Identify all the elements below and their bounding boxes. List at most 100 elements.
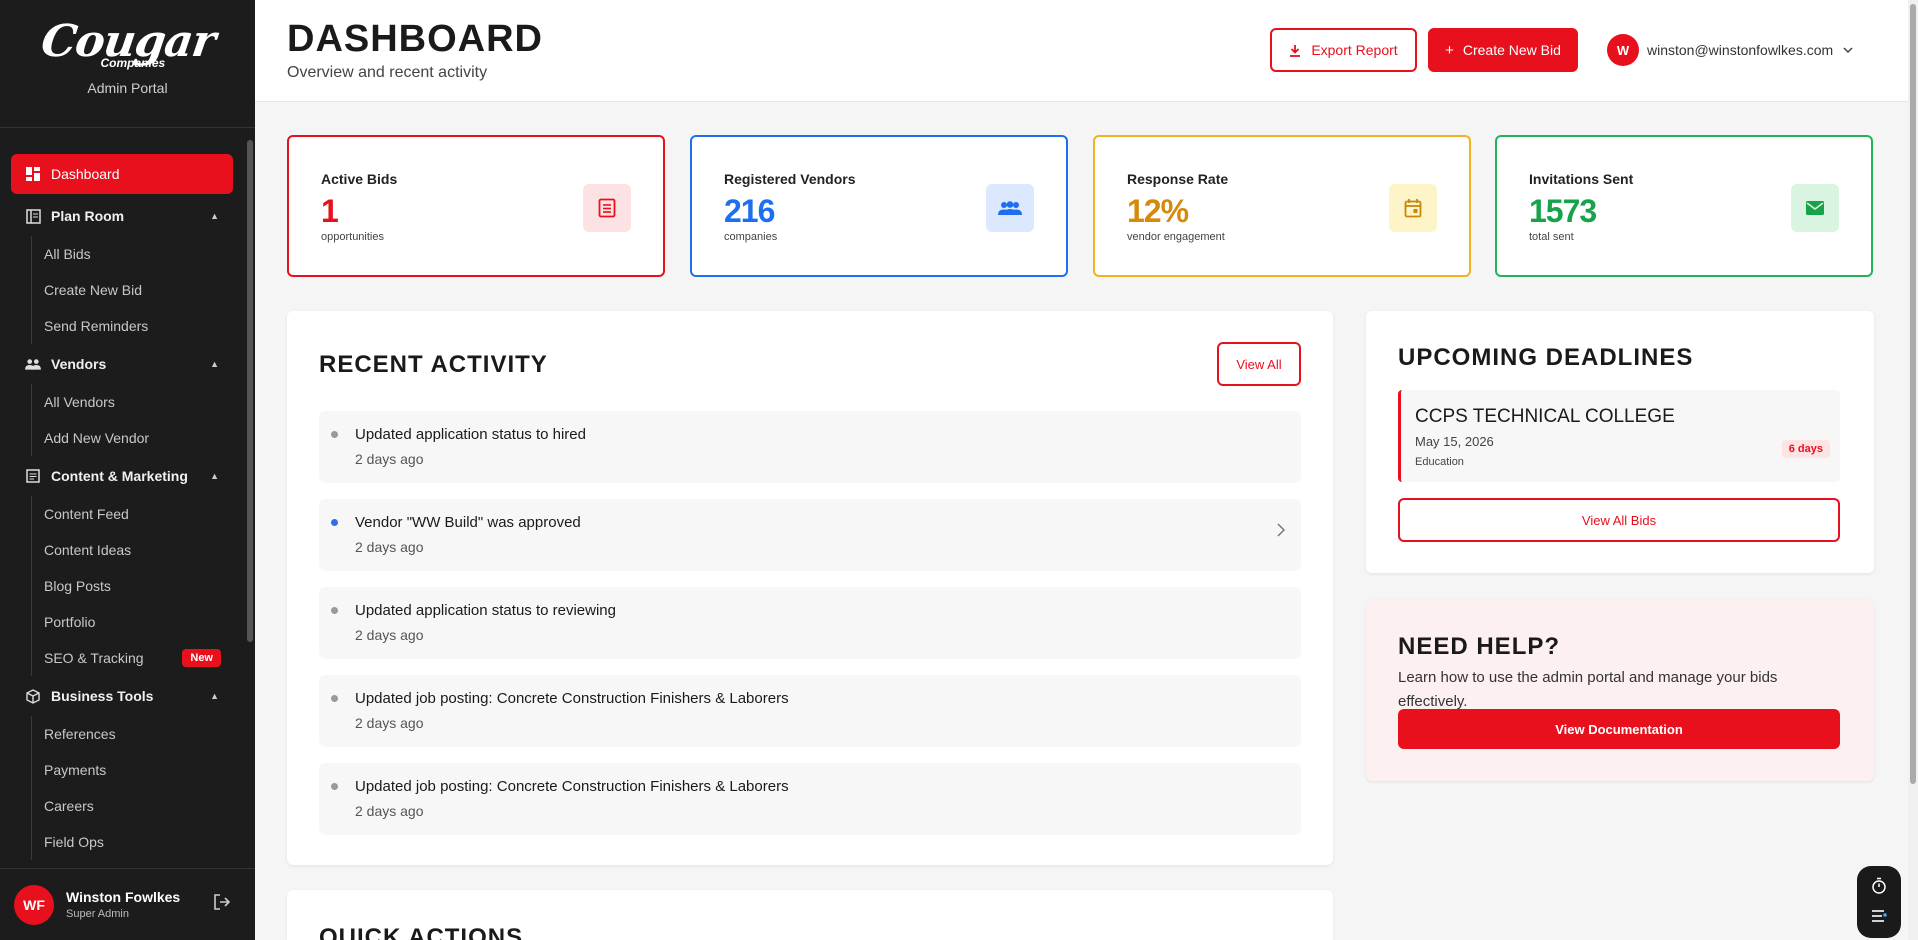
- stat-label: Response Rate: [1127, 171, 1229, 187]
- sidebar-item-content-ideas[interactable]: Content Ideas: [32, 532, 255, 568]
- user-meta: Winston Fowlkes Super Admin: [66, 889, 180, 920]
- status-dot: [331, 431, 338, 438]
- quick-actions-title: QUICK ACTIONS: [319, 924, 524, 940]
- document-icon: [583, 184, 631, 232]
- view-all-activity-button[interactable]: View All: [1217, 342, 1301, 386]
- sidebar-section-label: Business Tools: [51, 688, 154, 704]
- floating-tools-widget[interactable]: [1857, 866, 1901, 938]
- recent-activity-title: RECENT ACTIVITY: [319, 351, 548, 378]
- user-menu[interactable]: W winston@winstonfowlkes.com: [1607, 34, 1853, 66]
- status-dot: [331, 519, 338, 526]
- status-dot: [331, 695, 338, 702]
- article-icon: [25, 468, 41, 484]
- need-help-text: Learn how to use the admin portal and ma…: [1398, 669, 1778, 710]
- menu-icon[interactable]: [1871, 909, 1887, 928]
- avatar[interactable]: WF: [14, 884, 54, 925]
- sidebar-section-vendors[interactable]: Vendors ▲: [11, 344, 233, 384]
- activity-time: 2 days ago: [355, 451, 424, 467]
- plan-room-icon: [25, 208, 41, 224]
- sidebar-item-portfolio[interactable]: Portfolio: [32, 604, 255, 640]
- sidebar-item-blog-posts[interactable]: Blog Posts: [32, 568, 255, 604]
- sidebar-section-content-marketing[interactable]: Content & Marketing ▲: [11, 456, 233, 496]
- activity-time: 2 days ago: [355, 803, 424, 819]
- plus-icon: +: [1445, 41, 1454, 59]
- stat-card-registered-vendors[interactable]: Registered Vendors 216 companies: [690, 135, 1068, 277]
- page-subtitle: Overview and recent activity: [287, 64, 488, 81]
- export-report-button[interactable]: Export Report: [1270, 28, 1417, 72]
- plan-room-submenu: All Bids Create New Bid Send Reminders: [31, 236, 255, 344]
- sidebar-section-business-tools[interactable]: Business Tools ▲: [11, 676, 233, 716]
- create-new-bid-button[interactable]: + Create New Bid: [1428, 28, 1578, 72]
- stat-unit: opportunities: [321, 231, 384, 243]
- activity-title: Updated job posting: Concrete Constructi…: [355, 778, 789, 795]
- sidebar-item-all-bids[interactable]: All Bids: [32, 236, 255, 272]
- stat-card-response-rate[interactable]: Response Rate 12% vendor engagement: [1093, 135, 1471, 277]
- portal-label: Admin Portal: [87, 80, 168, 96]
- view-all-bids-button[interactable]: View All Bids: [1398, 498, 1840, 542]
- user-name: Winston Fowlkes: [66, 889, 181, 905]
- chevron-up-icon: ▲: [210, 211, 219, 221]
- business-tools-submenu: References Payments Careers Field Ops: [31, 716, 255, 860]
- sidebar-user: WF Winston Fowlkes Super Admin: [0, 868, 255, 940]
- activity-title: Updated application status to reviewing: [355, 602, 616, 619]
- people-icon: [25, 356, 41, 372]
- export-label: Export Report: [1311, 42, 1398, 58]
- sidebar-item-send-reminders[interactable]: Send Reminders: [32, 308, 255, 344]
- activity-item[interactable]: Updated application status to hired 2 da…: [319, 411, 1301, 483]
- chevron-right-icon: [1277, 523, 1286, 542]
- stat-value: 1573: [1529, 193, 1597, 229]
- page-scrollbar[interactable]: [1908, 0, 1918, 940]
- need-help-panel: NEED HELP? Learn how to use the admin po…: [1366, 600, 1874, 781]
- sidebar-section-plan-room[interactable]: Plan Room ▲: [11, 196, 233, 236]
- chevron-up-icon: ▲: [210, 359, 219, 369]
- stat-label: Registered Vendors: [724, 171, 856, 187]
- sidebar-scrollbar[interactable]: [247, 140, 253, 642]
- new-badge: New: [182, 649, 221, 667]
- cube-icon: [25, 688, 41, 704]
- deadline-category: Education: [1415, 456, 1464, 468]
- stat-card-invitations-sent[interactable]: Invitations Sent 1573 total sent: [1495, 135, 1873, 277]
- brand: Cougar Companies Admin Portal: [0, 0, 255, 128]
- upcoming-deadlines-panel: UPCOMING DEADLINES CCPS TECHNICAL COLLEG…: [1366, 311, 1874, 573]
- stopwatch-icon[interactable]: [1871, 877, 1887, 900]
- sidebar-item-field-ops[interactable]: Field Ops: [32, 824, 255, 860]
- activity-title: Vendor "WW Build" was approved: [355, 514, 581, 531]
- page-scrollbar-thumb[interactable]: [1910, 4, 1916, 784]
- stat-card-active-bids[interactable]: Active Bids 1 opportunities: [287, 135, 665, 277]
- sidebar-item-dashboard[interactable]: Dashboard: [11, 154, 233, 194]
- activity-time: 2 days ago: [355, 715, 424, 731]
- sidebar-item-create-new-bid[interactable]: Create New Bid: [32, 272, 255, 308]
- calendar-icon: [1389, 184, 1437, 232]
- stat-unit: total sent: [1529, 231, 1574, 243]
- sidebar-item-payments[interactable]: Payments: [32, 752, 255, 788]
- page-title: DASHBOARD: [287, 18, 543, 60]
- activity-title: Updated job posting: Concrete Constructi…: [355, 690, 789, 707]
- sidebar-item-references[interactable]: References: [32, 716, 255, 752]
- download-icon: [1289, 44, 1301, 57]
- people-icon: [986, 184, 1034, 232]
- activity-item[interactable]: Updated application status to reviewing …: [319, 587, 1301, 659]
- sidebar-item-add-new-vendor[interactable]: Add New Vendor: [32, 420, 255, 456]
- recent-activity-panel: RECENT ACTIVITY View All Updated applica…: [287, 311, 1333, 865]
- stat-value: 1: [321, 193, 339, 229]
- activity-item[interactable]: Updated job posting: Concrete Constructi…: [319, 763, 1301, 835]
- content-submenu: Content Feed Content Ideas Blog Posts Po…: [31, 496, 255, 676]
- view-documentation-button[interactable]: View Documentation: [1398, 709, 1840, 749]
- stat-value: 12%: [1127, 193, 1189, 229]
- user-email: winston@winstonfowlkes.com: [1647, 42, 1834, 58]
- sidebar-item-all-vendors[interactable]: All Vendors: [32, 384, 255, 420]
- avatar: W: [1607, 34, 1639, 66]
- activity-title: Updated application status to hired: [355, 426, 586, 443]
- activity-item[interactable]: Vendor "WW Build" was approved 2 days ag…: [319, 499, 1301, 571]
- activity-item[interactable]: Updated job posting: Concrete Constructi…: [319, 675, 1301, 747]
- sidebar: Cougar Companies Admin Portal Dashboard …: [0, 0, 255, 940]
- quick-actions-panel: QUICK ACTIONS: [287, 890, 1333, 940]
- sidebar-item-seo-tracking[interactable]: SEO & Tracking New: [32, 640, 255, 676]
- sidebar-item-careers[interactable]: Careers: [32, 788, 255, 824]
- sidebar-item-content-feed[interactable]: Content Feed: [32, 496, 255, 532]
- deadline-item[interactable]: CCPS TECHNICAL COLLEGE May 15, 2026 Educ…: [1398, 390, 1840, 482]
- sidebar-item-label: SEO & Tracking: [44, 650, 144, 666]
- dashboard-icon: [25, 166, 41, 182]
- cougar-logo[interactable]: Cougar Companies: [33, 16, 223, 74]
- logout-icon[interactable]: [213, 893, 231, 916]
